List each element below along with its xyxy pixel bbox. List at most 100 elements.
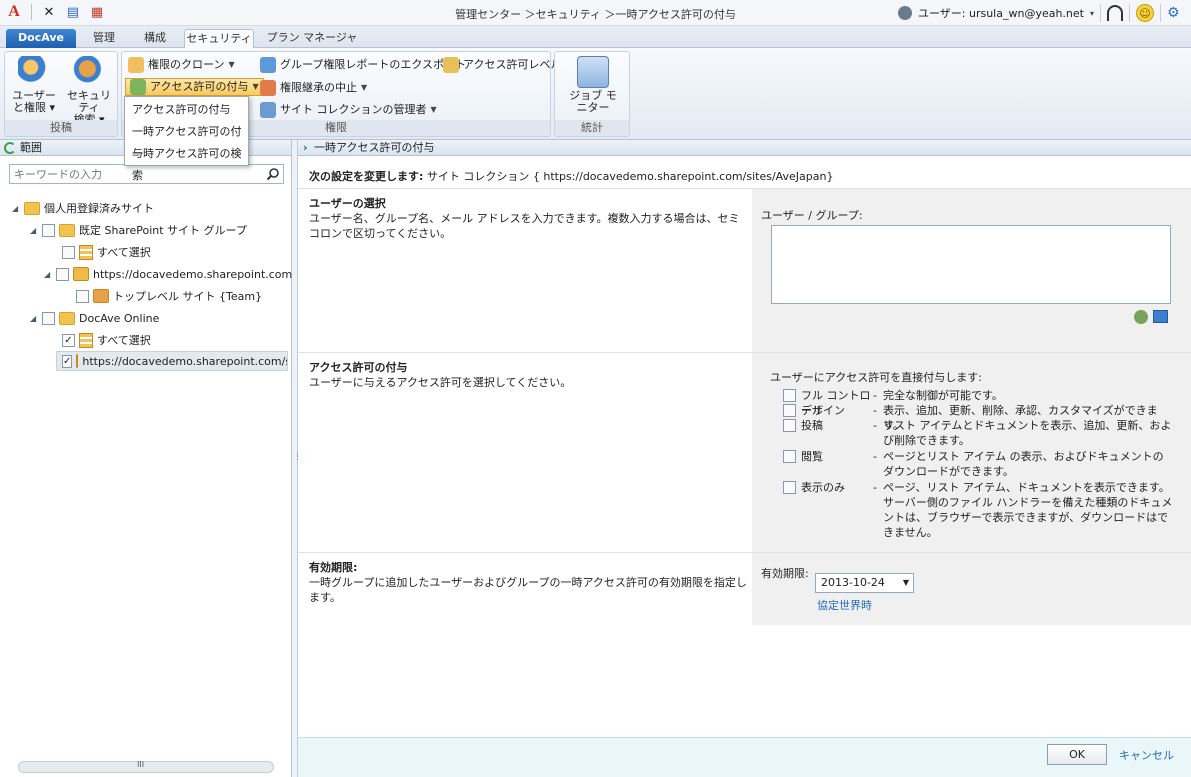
site-admins-icon <box>260 102 276 118</box>
support-headset-icon[interactable] <box>1107 5 1123 21</box>
tab-management[interactable]: 管理 <box>82 29 126 48</box>
menu-item-grant-permissions[interactable]: アクセス許可の付与 <box>125 99 248 121</box>
clone-icon <box>128 57 144 73</box>
dash: - <box>873 481 877 494</box>
menu-item-grant-temporary-permissions[interactable]: 一時アクセス許可の付与 <box>125 121 248 160</box>
users-groups-input[interactable] <box>771 225 1171 304</box>
menu-item-search-temporary-permissions[interactable]: 一時アクセス許可の検索 <box>125 143 248 182</box>
stop-inheritance-button[interactable]: 権限継承の中止 ▼ <box>260 79 367 97</box>
stop-inheritance-icon <box>260 80 276 96</box>
users-icon <box>18 56 50 88</box>
checkbox[interactable] <box>783 450 796 463</box>
job-monitor-button[interactable]: ジョブ モニター <box>565 56 621 116</box>
checkbox[interactable] <box>76 289 89 303</box>
check-names-icon[interactable] <box>1134 310 1148 324</box>
grant-permission-icon <box>130 79 146 95</box>
permission-levels-button[interactable]: アクセス許可レベル <box>443 56 561 74</box>
checkbox[interactable] <box>783 481 796 494</box>
ok-button[interactable]: OK <box>1047 744 1107 765</box>
horizontal-scrollbar[interactable]: III <box>18 760 274 773</box>
export-report-icon <box>260 57 276 73</box>
cancel-button[interactable]: キャンセル <box>1119 747 1174 763</box>
grant-permissions-section: アクセス許可の付与 ユーザーに与えるアクセス許可を選択してください。 ユーザーに… <box>298 352 1191 552</box>
permission-levels-icon <box>443 57 459 73</box>
tree-node-top-level-site[interactable]: トップレベル サイト {Team} <box>76 286 262 306</box>
change-target: 次の設定を変更します: サイト コレクション { https://docaved… <box>309 168 833 184</box>
chart-icon[interactable]: ▤ <box>63 3 83 21</box>
clone-permissions-button[interactable]: 権限のクローン ▼ <box>128 56 235 74</box>
grant-permissions-label: アクセス許可の付与 <box>150 80 249 93</box>
expand-triangle-icon[interactable]: ◢ <box>12 204 20 213</box>
tree-node-personal-sites[interactable]: ◢ 個人用登録済みサイト <box>12 198 154 218</box>
avepoint-logo-icon[interactable]: A <box>4 3 24 21</box>
tree-node-select-all[interactable]: すべて選択 <box>62 242 151 262</box>
tree-node-label: https://docavedemo.sharepoint.com/site <box>82 354 288 368</box>
users-permissions-button[interactable]: ユーザー と権限 ▾ <box>8 56 60 116</box>
main-tabs: DocAve 管理 構成 セキュリティ プラン マネージャー <box>0 26 1191 62</box>
section-title: アクセス許可の付与 <box>309 361 408 374</box>
tree-node-label: トップレベル サイト {Team} <box>113 290 263 303</box>
divider <box>1100 4 1101 22</box>
tree-node-docave-online[interactable]: ◢ DocAve Online <box>30 308 159 328</box>
settings-icon[interactable]: ⚙ <box>1167 5 1185 21</box>
checkbox[interactable] <box>56 267 69 281</box>
tab-docave[interactable]: DocAve <box>6 29 76 48</box>
scope-title: 範囲 <box>20 141 42 154</box>
chevron-down-icon[interactable]: ▼ <box>903 574 909 592</box>
checkbox-checked[interactable]: ✓ <box>62 333 75 347</box>
user-menu[interactable]: ユーザー: ursula_wn@yeah.net <box>918 5 1084 21</box>
expiry-date-picker[interactable]: 2013-10-24 ▼ <box>815 573 914 593</box>
search-icon[interactable] <box>266 167 280 181</box>
site-admins-button[interactable]: サイト コレクションの管理者 ▼ <box>260 101 437 119</box>
scroll-grip: III <box>137 760 145 769</box>
checkbox[interactable] <box>42 311 55 325</box>
permission-name: 投稿 <box>801 419 823 432</box>
tree-node-label: すべて選択 <box>97 246 151 259</box>
grant-permissions-button[interactable]: アクセス許可の付与 ▼ <box>125 78 264 96</box>
permission-desc: ページ、リスト アイテム、ドキュメントを表示できます。サーバー側のファイル ハン… <box>883 481 1173 539</box>
job-monitor-label: ジョブ モニター <box>569 89 617 114</box>
ribbon-group-label: 統計 <box>555 120 629 136</box>
security-search-button[interactable]: セキュリティ 検索 ▾ <box>63 56 115 126</box>
tab-configuration[interactable]: 構成 <box>132 29 178 48</box>
user-menu-chevron-icon[interactable]: ▾ <box>1090 9 1094 18</box>
expand-triangle-icon[interactable]: ◢ <box>44 270 52 279</box>
permission-levels-label: アクセス許可レベル <box>463 58 562 71</box>
tools-icon[interactable]: ✕ <box>39 3 59 21</box>
address-book-icon[interactable] <box>1153 310 1168 323</box>
permission-view-only: 表示のみ - ページ、リスト アイテム、ドキュメントを表示できます。サーバー側の… <box>783 480 1173 540</box>
checkbox-checked[interactable]: ✓ <box>62 354 73 368</box>
checkbox[interactable] <box>42 223 55 237</box>
tree-node-select-all[interactable]: ✓ すべて選択 <box>62 330 151 350</box>
checkbox[interactable] <box>783 404 796 417</box>
timezone-link[interactable]: 協定世界時 <box>817 597 872 613</box>
permission-read: 閲覧 - ページとリスト アイテム の表示、およびドキュメントのダウンロードがで… <box>783 449 1173 479</box>
tab-security[interactable]: セキュリティ <box>184 29 254 48</box>
tree-node-selected-site[interactable]: ✓ https://docavedemo.sharepoint.com/site <box>56 351 288 371</box>
stop-inheritance-label: 権限継承の中止 <box>280 81 357 94</box>
export-group-report-button[interactable]: グループ権限レポートのエクスポート <box>260 56 466 74</box>
expiry-label: 有効期限: <box>761 567 809 580</box>
expand-triangle-icon[interactable]: ◢ <box>30 314 38 323</box>
divider <box>1129 4 1130 22</box>
tree-node-label: https://docavedemo.sharepoint.com <box>93 267 293 281</box>
title-bar: A ✕ ▤ ▦ 管理センター ＞セキュリティ ＞一時アクセス許可の付与 ユーザー… <box>0 0 1191 26</box>
user-icon <box>898 6 912 20</box>
app-toolbar: A ✕ ▤ ▦ <box>4 3 107 21</box>
expand-triangle-icon[interactable]: ◢ <box>30 226 38 235</box>
checkbox[interactable] <box>783 419 796 432</box>
folder-icon <box>59 223 75 237</box>
expiry-section: 有効期限: 一時グループに追加したユーザーおよびグループの一時アクセス許可の有効… <box>298 552 1191 625</box>
checkbox[interactable] <box>62 245 75 259</box>
main-content: › 一時アクセス許可の付与 次の設定を変更します: サイト コレクション { h… <box>298 140 1191 777</box>
tree-node-site-collection[interactable]: ◢ https://docavedemo.sharepoint.com <box>44 264 292 284</box>
feedback-smiley-icon[interactable]: ☺ <box>1136 4 1154 22</box>
checkbox[interactable] <box>783 389 796 402</box>
calendar-icon[interactable]: ▦ <box>87 3 107 21</box>
refresh-icon[interactable] <box>4 142 16 154</box>
tree-node-default-group[interactable]: ◢ 既定 SharePoint サイト グループ <box>30 220 247 240</box>
section-description: ユーザー名、グループ名、メール アドレスを入力できます。複数入力する場合は、セミ… <box>309 212 740 240</box>
action-footer: OK キャンセル <box>298 737 1191 777</box>
chevron-down-icon: ▼ <box>361 83 368 92</box>
tab-plan-manager[interactable]: プラン マネージャー <box>262 29 362 62</box>
